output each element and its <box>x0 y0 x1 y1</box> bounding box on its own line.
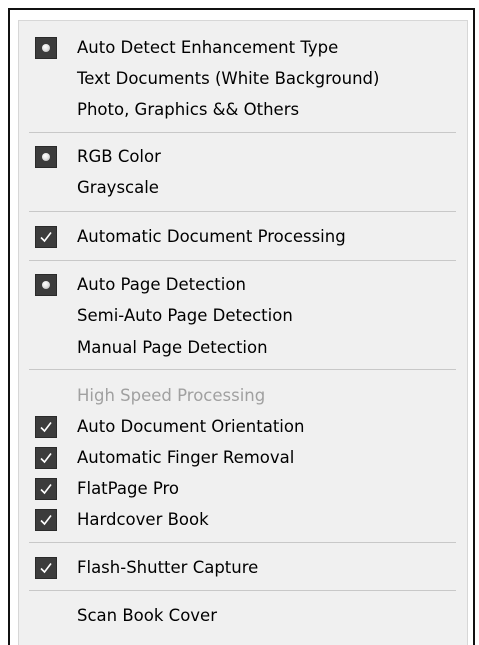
checkmark-icon <box>35 509 57 531</box>
checkmark-icon <box>35 557 57 579</box>
menu-item-label: Automatic Finger Removal <box>77 448 295 467</box>
menu-item-high-speed-processing: High Speed Processing <box>19 381 467 412</box>
menu-item-label: Grayscale <box>77 178 159 197</box>
menu-item-flash-shutter-capture[interactable]: Flash-Shutter Capture <box>19 553 467 584</box>
menu-item-label: Automatic Document Processing <box>77 227 346 246</box>
radio-selected-icon <box>35 146 57 168</box>
menu-item-rgb-color[interactable]: RGB Color <box>19 142 467 173</box>
checkmark-icon <box>35 478 57 500</box>
menu-item-label: Scan Book Cover <box>77 606 217 625</box>
menu-item-label: FlatPage Pro <box>77 479 180 498</box>
menu-separator <box>29 211 456 212</box>
menu-item-manual-page-detection[interactable]: Manual Page Detection <box>19 333 467 364</box>
checkmark-icon <box>35 416 57 438</box>
menu-item-auto-page-detection[interactable]: Auto Page Detection <box>19 270 467 301</box>
menu-item-label: Hardcover Book <box>77 510 209 529</box>
menu-item-label: Flash-Shutter Capture <box>77 558 259 577</box>
menu-item-flatpage-pro[interactable]: FlatPage Pro <box>19 474 467 505</box>
menu-item-text-documents[interactable]: Text Documents (White Background) <box>19 64 467 95</box>
menu-separator <box>29 260 456 261</box>
menu-item-label: Photo, Graphics && Others <box>77 100 300 119</box>
context-menu: Auto Detect Enhancement Type Text Docume… <box>18 20 468 645</box>
checkmark-icon <box>35 226 57 248</box>
menu-item-scan-book-cover[interactable]: Scan Book Cover <box>19 601 467 632</box>
menu-item-label: RGB Color <box>77 147 161 166</box>
checkmark-icon <box>35 447 57 469</box>
radio-selected-icon <box>35 274 57 296</box>
menu-item-semi-auto-page-detection[interactable]: Semi-Auto Page Detection <box>19 301 467 332</box>
menu-item-label: Auto Detect Enhancement Type <box>77 38 339 57</box>
menu-item-photo-graphics-others[interactable]: Photo, Graphics && Others <box>19 95 467 126</box>
menu-item-hardcover-book[interactable]: Hardcover Book <box>19 505 467 536</box>
menu-item-label: Auto Document Orientation <box>77 417 305 436</box>
menu-separator <box>29 542 456 543</box>
menu-item-auto-document-orientation[interactable]: Auto Document Orientation <box>19 412 467 443</box>
menu-separator <box>29 590 456 591</box>
menu-item-label: Auto Page Detection <box>77 275 246 294</box>
menu-item-automatic-finger-removal[interactable]: Automatic Finger Removal <box>19 443 467 474</box>
menu-item-label: Semi-Auto Page Detection <box>77 306 293 325</box>
menu-item-label: High Speed Processing <box>77 386 266 405</box>
menu-item-automatic-document-processing[interactable]: Automatic Document Processing <box>19 222 467 253</box>
radio-selected-icon <box>35 37 57 59</box>
menu-item-auto-detect-enhancement-type[interactable]: Auto Detect Enhancement Type <box>19 33 467 64</box>
menu-separator <box>29 132 456 133</box>
menu-item-label: Text Documents (White Background) <box>77 69 380 88</box>
menu-item-grayscale[interactable]: Grayscale <box>19 173 467 204</box>
menu-item-label: Manual Page Detection <box>77 338 268 357</box>
menu-separator <box>29 369 456 370</box>
